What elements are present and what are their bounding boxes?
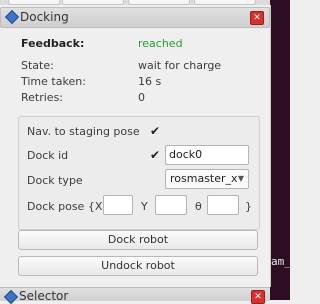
- state-value: wait for charge: [138, 59, 222, 72]
- undock-robot-button[interactable]: Undock robot: [18, 256, 258, 276]
- docking-panel-titlebar[interactable]: Docking ✕: [0, 7, 270, 28]
- nav-staging-checkbox[interactable]: ✔: [149, 125, 161, 137]
- panel-diamond-icon: [3, 289, 19, 304]
- feedback-label: Feedback:: [21, 37, 85, 50]
- retries-label: Retries:: [21, 91, 64, 104]
- close-icon[interactable]: ✕: [250, 11, 264, 25]
- docking-panel: Docking ✕ Feedback: reached State: wait …: [0, 5, 271, 287]
- dock-type-select[interactable]: rosmaster_x ▼: [165, 169, 249, 189]
- dock-pose-y-label: Y: [141, 200, 148, 213]
- dock-pose-brace: }: [245, 200, 252, 213]
- retries-value: 0: [138, 91, 145, 104]
- dock-pose-x-input[interactable]: [103, 195, 133, 215]
- terminal-text: am_: [271, 255, 290, 268]
- dock-options-group: Nav. to staging pose ✔ Dock id ✔ dock0 D…: [18, 116, 260, 230]
- dock-id-label: Dock id: [27, 149, 69, 162]
- dock-type-label: Dock type: [27, 174, 83, 187]
- state-label: State:: [21, 59, 54, 72]
- panel-title: Docking: [20, 10, 69, 24]
- dock-pose-label: Dock pose {X: [27, 200, 103, 213]
- dock-robot-button[interactable]: Dock robot: [18, 230, 258, 250]
- feedback-value: reached: [138, 37, 183, 50]
- dock-pose-theta-label: θ: [195, 200, 202, 213]
- dropdown-arrow-icon: ▼: [237, 174, 244, 183]
- time-taken-value: 16 s: [138, 75, 162, 88]
- selector-title: Selector: [19, 289, 69, 303]
- dock-id-input[interactable]: dock0: [165, 145, 249, 165]
- terminal-background: am_: [270, 0, 290, 300]
- dock-pose-theta-input[interactable]: [207, 195, 239, 215]
- close-icon[interactable]: ✕: [251, 290, 265, 304]
- dock-type-value: rosmaster_x: [170, 172, 238, 185]
- dock-id-checkbox[interactable]: ✔: [149, 149, 161, 161]
- panel-diamond-icon: [4, 9, 20, 25]
- time-taken-label: Time taken:: [21, 75, 86, 88]
- selector-panel-titlebar[interactable]: Selector ✕: [0, 287, 270, 304]
- dock-pose-y-input[interactable]: [155, 195, 187, 215]
- nav-staging-label: Nav. to staging pose: [27, 125, 140, 138]
